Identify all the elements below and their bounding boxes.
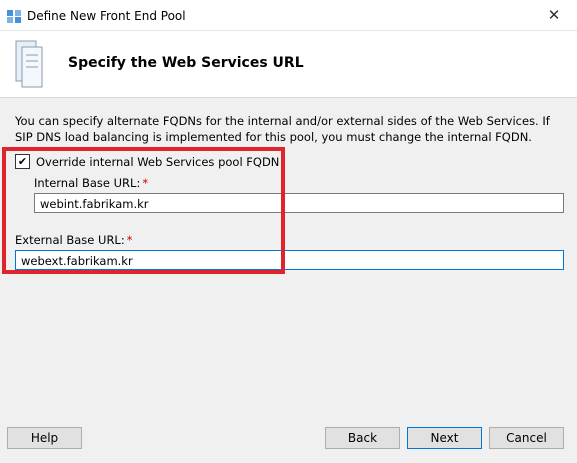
close-icon: ✕ [547,6,561,24]
required-marker: * [126,233,133,247]
window-titlebar: Define New Front End Pool ✕ [0,0,577,31]
required-marker: * [142,176,149,190]
app-icon [7,10,21,23]
close-button[interactable]: ✕ [531,0,577,30]
description-text: You can specify alternate FQDNs for the … [15,114,550,144]
cancel-button[interactable]: Cancel [489,427,564,449]
window-title: Define New Front End Pool [27,9,186,23]
back-button[interactable]: Back [325,427,400,449]
internal-url-label: Internal Base URL: * [34,176,148,190]
server-icon [15,40,43,88]
help-button[interactable]: Help [7,427,82,449]
override-fqdn-label: Override internal Web Services pool FQDN [36,154,280,169]
wizard-content: You can specify alternate FQDNs for the … [0,98,577,463]
wizard-header: Specify the Web Services URL [0,31,577,98]
checkmark-icon: ✔ [17,155,28,168]
override-fqdn-row[interactable]: ✔ Override internal Web Services pool FQ… [15,154,279,169]
page-title: Specify the Web Services URL [68,55,304,71]
override-fqdn-checkbox[interactable]: ✔ [15,154,30,169]
internal-url-input[interactable]: webint.fabrikam.kr [34,193,564,213]
external-url-label: External Base URL: * [15,233,132,247]
external-url-input[interactable]: webext.fabrikam.kr [15,250,564,270]
next-button[interactable]: Next [407,427,482,449]
external-url-label-text: External Base URL: [15,233,125,247]
internal-url-label-text: Internal Base URL: [34,176,141,190]
